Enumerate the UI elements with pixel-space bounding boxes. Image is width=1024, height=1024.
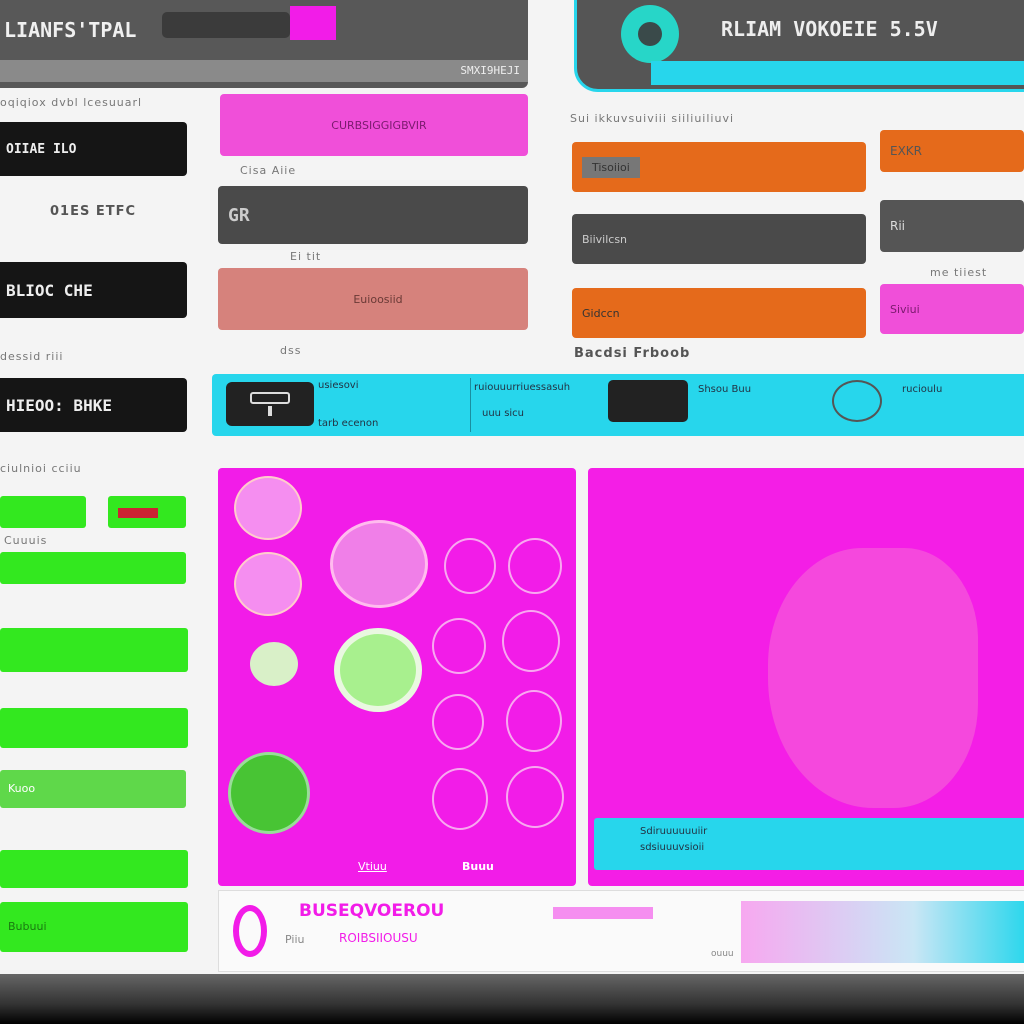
header-right-panel: RLIAM VOKOEIE 5.5V xyxy=(574,0,1024,92)
window-bottom-frame xyxy=(0,974,1024,1024)
left-caption-1: 01ES ETFC xyxy=(50,204,137,219)
side-item-1[interactable]: EXKR xyxy=(880,130,1024,172)
middle-caption-3: dss xyxy=(280,344,302,357)
monitor-icon[interactable] xyxy=(226,382,314,426)
bottom-code: ouuu xyxy=(711,949,734,959)
bottom-gradient xyxy=(741,901,1024,963)
refresh-icon[interactable] xyxy=(233,905,267,957)
middle-item-2[interactable]: GR xyxy=(218,186,528,244)
swatch-8[interactable] xyxy=(502,610,560,672)
swatch-6[interactable] xyxy=(508,538,562,594)
app-title: LIANFS'TPAL xyxy=(4,18,137,42)
side-item-3[interactable]: Siviui xyxy=(880,284,1024,334)
left-item-3[interactable]: HIEOO: BHKE xyxy=(0,378,187,432)
green-label-1: Cuuuis xyxy=(4,534,48,547)
bottom-subtitle: ROIBSIIOUSU xyxy=(339,931,418,945)
bottom-bar: BUSEQVOEROU ROIBSIIOUSU Piiu ouuu xyxy=(218,890,1024,972)
toolbar-text-4: uuu sicu xyxy=(482,408,525,419)
image-caption-strip: Sdiruuuuuuiir sdsiuuuvsioii xyxy=(594,818,1024,870)
swatch-9[interactable] xyxy=(432,694,484,750)
green-bar-6[interactable]: Bubuui xyxy=(0,902,188,952)
bottom-note: Piiu xyxy=(285,933,305,946)
toolbar-text-3: ruiouuurriuessasuh xyxy=(474,382,571,393)
toolbar-text-5: Shsou Buu xyxy=(698,384,752,395)
circle-footer-1[interactable]: Vtiuu xyxy=(358,860,387,873)
left-item-1[interactable]: OIIAE ILO xyxy=(0,122,187,176)
map-shape xyxy=(768,548,978,808)
left-item-2[interactable]: BLIOC CHE xyxy=(0,262,187,318)
toolbar: usiesovi tarb ecenon ruiouuurriuessasuh … xyxy=(212,374,1024,436)
bottom-progress xyxy=(553,907,653,919)
display-icon[interactable] xyxy=(608,380,688,422)
header-left-panel: LIANFS'TPAL SMXI9HEJI xyxy=(0,0,528,88)
right-item-2[interactable]: Biivilcsn xyxy=(572,214,866,264)
bottom-title: BUSEQVOEROU xyxy=(299,901,445,921)
badge-icon[interactable] xyxy=(832,380,882,422)
green-tab-1[interactable] xyxy=(0,496,86,528)
side-item-2[interactable]: Rii xyxy=(880,200,1024,252)
header-status: SMXI9HEJI xyxy=(460,64,520,77)
swatch-3[interactable] xyxy=(250,642,298,686)
toolbar-text-2: tarb ecenon xyxy=(318,418,379,429)
toolbar-text-6: rucioulu xyxy=(902,384,943,395)
right-bottom-caption: Bacdsi Frboob xyxy=(574,346,691,361)
swatch-10[interactable] xyxy=(506,690,562,752)
accent-button[interactable] xyxy=(290,6,336,40)
swatch-7[interactable] xyxy=(432,618,486,674)
right-top-label: Sui ikkuvsuiviii siiliuiliuvi xyxy=(570,112,735,125)
right-item-1[interactable]: Tisoiioi xyxy=(572,142,866,192)
toolbar-divider xyxy=(470,378,471,432)
large-swatch-1[interactable] xyxy=(330,520,428,608)
header-right-title: RLIAM VOKOEIE 5.5V xyxy=(721,17,938,41)
side-caption: me tiiest xyxy=(930,266,988,279)
swatch-1[interactable] xyxy=(234,476,302,540)
toolbar-text-1: usiesovi xyxy=(318,380,359,391)
middle-item-1[interactable]: CURBSIGGIGBVIR xyxy=(220,94,528,156)
middle-caption-2: Ei tit xyxy=(290,250,322,263)
camera-icon[interactable] xyxy=(621,5,679,63)
swatch-12[interactable] xyxy=(506,766,564,828)
search-field[interactable] xyxy=(162,12,290,38)
swatch-11[interactable] xyxy=(432,768,488,830)
middle-item-3[interactable]: Euioosiid xyxy=(218,268,528,330)
circle-panel: Vtiuu Buuu xyxy=(218,468,576,886)
green-bar-1[interactable] xyxy=(0,552,186,584)
swatch-4[interactable] xyxy=(228,752,310,834)
green-tab-2[interactable] xyxy=(108,496,186,528)
green-bar-2[interactable] xyxy=(0,628,188,672)
circle-footer-2[interactable]: Buuu xyxy=(462,860,494,873)
left-top-label: oqiqiox dvbl lcesuuarl xyxy=(0,96,143,109)
swatch-5[interactable] xyxy=(444,538,496,594)
image-preview: Sdiruuuuuuiir sdsiuuuvsioii xyxy=(588,468,1024,886)
swatch-2[interactable] xyxy=(234,552,302,616)
cyan-progress-bar xyxy=(651,61,1024,85)
left-caption-2: dessid riii xyxy=(0,350,64,363)
header-strip: SMXI9HEJI xyxy=(0,60,528,82)
right-item-3[interactable]: Gidccn xyxy=(572,288,866,338)
left-caption-3: ciulnioi cciiu xyxy=(0,462,82,475)
green-bar-3[interactable] xyxy=(0,708,188,748)
green-bar-4[interactable]: Kuoo xyxy=(0,770,186,808)
middle-caption-1: Cisa Aiie xyxy=(240,164,297,177)
green-bar-5[interactable] xyxy=(0,850,188,888)
large-swatch-2[interactable] xyxy=(334,628,422,712)
